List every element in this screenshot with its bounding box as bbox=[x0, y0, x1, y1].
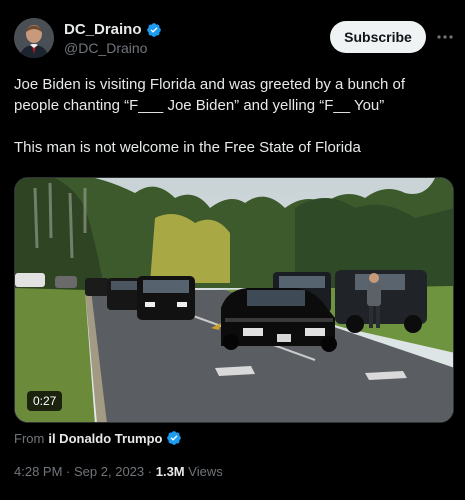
author-display-name[interactable]: DC_Draino bbox=[64, 21, 142, 38]
tweet-header: DC_Draino @DC_Draino Subscribe bbox=[14, 18, 454, 62]
video-player[interactable]: 0:27 bbox=[14, 177, 454, 423]
tweet-time[interactable]: 4:28 PM bbox=[14, 464, 62, 479]
attribution-prefix: From bbox=[14, 430, 45, 446]
tweet-meta: 4:28 PM · Sep 2, 2023 · 1.3M Views bbox=[14, 464, 223, 479]
author-name-row[interactable]: DC_Draino bbox=[64, 21, 162, 38]
media-attribution: From il Donaldo Trumpo bbox=[14, 430, 182, 446]
verified-badge-icon bbox=[166, 430, 182, 446]
subscribe-button[interactable]: Subscribe bbox=[330, 21, 426, 53]
video-frame bbox=[15, 178, 453, 422]
views-count: 1.3M bbox=[155, 464, 185, 479]
verified-badge-icon bbox=[146, 22, 162, 38]
avatar[interactable] bbox=[14, 18, 54, 58]
tweet-text-line-2: This man is not welcome in the Free Stat… bbox=[14, 139, 361, 156]
more-options-icon[interactable] bbox=[435, 27, 455, 47]
author-handle[interactable]: @DC_Draino bbox=[64, 40, 147, 56]
video-duration: 0:27 bbox=[27, 391, 63, 411]
attribution-name[interactable]: il Donaldo Trumpo bbox=[48, 431, 162, 446]
views-label: Views bbox=[188, 464, 223, 479]
meta-separator: · bbox=[66, 464, 71, 479]
tweet-text: Joe Biden is visiting Florida and was gr… bbox=[14, 74, 450, 158]
tweet-date[interactable]: Sep 2, 2023 bbox=[74, 464, 144, 479]
meta-separator: · bbox=[147, 464, 153, 479]
tweet-text-line-1: Joe Biden is visiting Florida and was gr… bbox=[14, 76, 406, 114]
